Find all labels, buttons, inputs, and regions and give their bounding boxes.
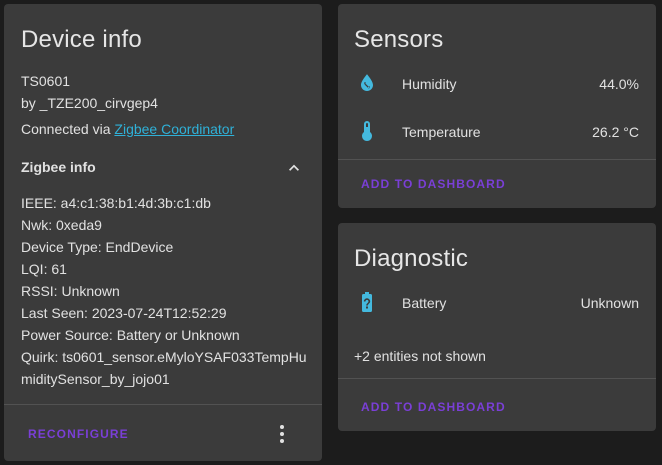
zigbee-coordinator-link[interactable]: Zigbee Coordinator (114, 121, 234, 137)
more-vert-icon[interactable] (270, 422, 294, 446)
zigbee-info-title: Zigbee info (21, 159, 96, 175)
add-to-dashboard-button[interactable]: ADD TO DASHBOARD (361, 400, 506, 414)
zigbee-nwk: Nwk: 0xeda9 (21, 217, 102, 233)
thermometer-icon (362, 121, 372, 141)
diagnostic-label-battery: Battery (402, 295, 447, 311)
zigbee-power-source: Power Source: Battery or Unknown (21, 327, 240, 343)
zigbee-quirk: Quirk: ts0601_sensor.eMyloYSAF033TempHu (21, 349, 307, 365)
water-percent-icon (361, 74, 373, 91)
add-to-dashboard-button[interactable]: ADD TO DASHBOARD (361, 177, 506, 191)
sensor-row-humidity[interactable]: Humidity 44.0% (338, 66, 656, 100)
connected-via: Connected via Zigbee Coordinator (21, 118, 234, 140)
sensor-label-humidity: Humidity (402, 76, 457, 92)
zigbee-lqi: LQI: 61 (21, 261, 67, 277)
diagnostic-card: Diagnostic Battery Unknown +2 entities n… (338, 223, 656, 431)
card-divider (338, 378, 656, 379)
battery-unknown-icon (362, 292, 372, 312)
card-divider (338, 159, 656, 160)
diagnostic-value-battery: Unknown (580, 295, 639, 311)
zigbee-quirk-continued: miditySensor_by_jojo01 (21, 371, 170, 387)
device-manufacturer: by _TZE200_cirvgep4 (21, 95, 158, 111)
sensor-label-temperature: Temperature (402, 124, 481, 140)
device-info-title: Device info (21, 26, 142, 53)
sensors-card: Sensors Humidity 44.0% Temperature 26.2 … (338, 4, 656, 208)
zigbee-ieee: IEEE: a4:c1:38:b1:4d:3b:c1:db (21, 195, 211, 211)
reconfigure-button[interactable]: RECONFIGURE (28, 427, 129, 441)
diagnostic-row-battery[interactable]: Battery Unknown (338, 285, 656, 319)
sensors-title: Sensors (354, 26, 444, 53)
entities-not-shown-link[interactable]: +2 entities not shown (354, 345, 486, 367)
zigbee-device-type: Device Type: EndDevice (21, 239, 174, 255)
device-info-card: Device info TS0601 by _TZE200_cirvgep4 C… (4, 4, 322, 461)
device-model: TS0601 (21, 73, 71, 89)
sensor-row-temperature[interactable]: Temperature 26.2 °C (338, 114, 656, 148)
zigbee-rssi: RSSI: Unknown (21, 283, 120, 299)
chevron-up-icon[interactable] (284, 158, 304, 178)
sensor-value-temperature: 26.2 °C (592, 124, 639, 140)
connected-via-label: Connected via (21, 121, 111, 137)
card-divider (4, 404, 322, 405)
zigbee-last-seen: Last Seen: 2023-07-24T12:52:29 (21, 305, 227, 321)
diagnostic-title: Diagnostic (354, 245, 469, 272)
sensor-value-humidity: 44.0% (599, 76, 639, 92)
